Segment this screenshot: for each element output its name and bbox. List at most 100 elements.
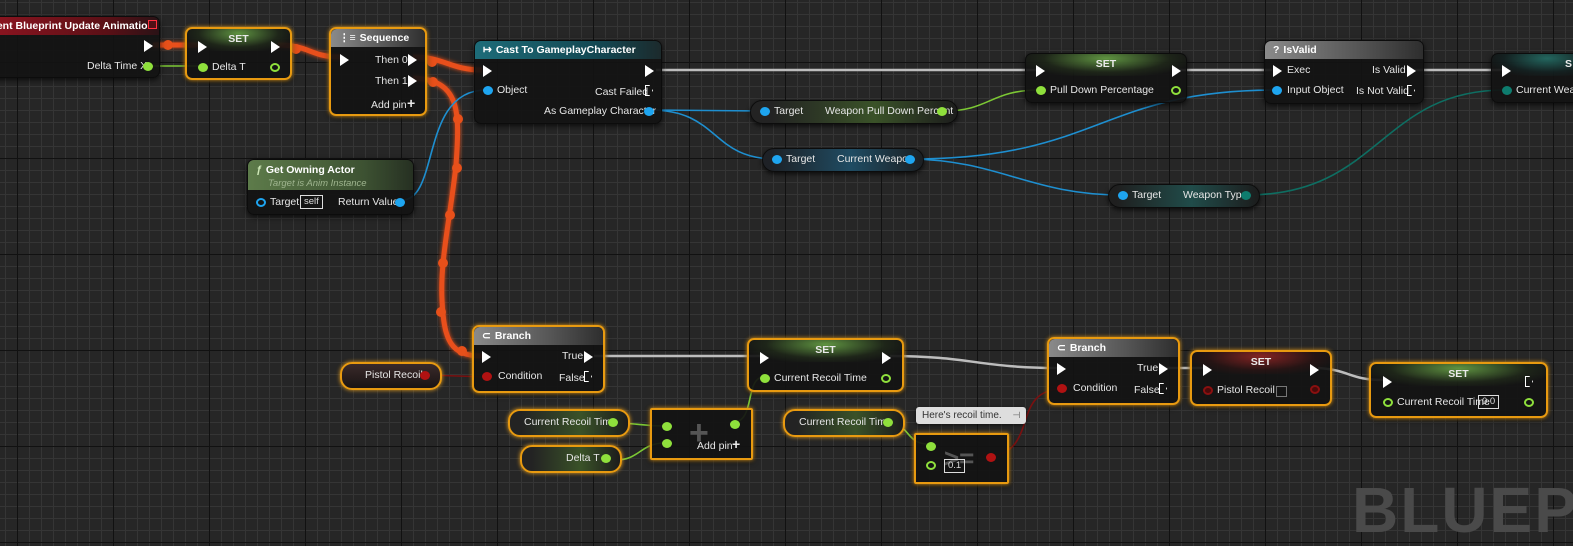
exec-in-pin[interactable] (198, 41, 207, 53)
target-in-pin[interactable] (256, 198, 266, 207)
delta-time-x-pin[interactable] (143, 62, 153, 71)
b-in-pin[interactable] (926, 461, 936, 470)
b-default-field[interactable]: 0.1 (944, 459, 966, 473)
a-in-pin[interactable] (662, 422, 672, 431)
pin-label: Cast Failed (595, 86, 649, 98)
false-out-pin[interactable] (1159, 383, 1167, 394)
b-in-pin[interactable] (662, 439, 672, 448)
exec-out-pin[interactable] (645, 65, 654, 77)
exec-out-pin[interactable] (271, 41, 280, 53)
exec-in-pin[interactable] (1273, 65, 1282, 77)
as-gameplay-character-pin[interactable] (644, 107, 654, 116)
weapon-type-getter[interactable]: Target Weapon Type (1108, 184, 1260, 208)
true-out-pin[interactable] (1159, 363, 1168, 375)
exec-in-pin[interactable] (483, 65, 492, 77)
cast-to-gameplay-character-node[interactable]: ↦ Cast To GameplayCharacter Object Cast F… (474, 40, 662, 124)
weapon-pull-down-percent-getter[interactable]: Target Weapon Pull Down Percent (750, 100, 958, 124)
current-weapon-getter[interactable]: Target Current Weapon (762, 148, 924, 172)
add-pin-icon[interactable]: + (732, 436, 740, 452)
branch-node-2[interactable]: ⊂ Branch True Condition False (1047, 337, 1180, 405)
set-current-weapon-type-node[interactable]: S Current Weap (1491, 53, 1573, 103)
is-not-valid-pin[interactable] (1407, 85, 1415, 96)
pull-down-in-pin[interactable] (1036, 86, 1046, 95)
result-out-pin[interactable] (986, 453, 996, 462)
then-0-pin[interactable] (408, 54, 417, 66)
false-out-pin[interactable] (584, 371, 592, 382)
event-delegate-icon[interactable] (148, 20, 157, 29)
add-pin-icon[interactable]: + (407, 95, 415, 111)
greater-equal-node[interactable]: >= 0.1 (914, 433, 1009, 484)
weapon-type-in-pin[interactable] (1502, 86, 1512, 95)
exec-out-pin[interactable] (144, 40, 153, 52)
pistol-recoil-getter[interactable]: Pistol Recoil (340, 362, 442, 390)
recoil-time-in-pin[interactable] (760, 374, 770, 383)
target-default-field[interactable]: self (300, 195, 323, 209)
return-value-pin[interactable] (395, 198, 405, 207)
set-pull-down-percentage-node[interactable]: SET Pull Down Percentage (1025, 53, 1187, 103)
pin-label: Is Not Valid (1356, 85, 1409, 97)
get-owning-actor-node[interactable]: ƒ Get Owning Actor Target is Anim Instanc… (247, 159, 414, 215)
pin-label: Is Valid (1372, 64, 1406, 76)
exec-out-pin[interactable] (1310, 364, 1319, 376)
exec-in-pin[interactable] (482, 351, 491, 363)
true-out-pin[interactable] (584, 351, 593, 363)
add-pin-label[interactable]: Add pin (371, 99, 407, 111)
pin-label: Exec (1287, 64, 1311, 76)
exec-in-pin[interactable] (1057, 363, 1066, 375)
recoil-time-default-field[interactable]: 0.0 (1478, 395, 1500, 409)
input-object-pin[interactable] (1272, 86, 1282, 95)
then-1-pin[interactable] (408, 75, 417, 87)
delta-t-out-pin[interactable] (270, 63, 280, 72)
exec-in-pin[interactable] (1203, 364, 1212, 376)
set-current-recoil-time-reset-node[interactable]: SET Current Recoil Time 0.0 (1369, 362, 1548, 418)
pistol-recoil-in-pin[interactable] (1203, 386, 1213, 395)
exec-in-pin[interactable] (1502, 65, 1511, 77)
condition-pin[interactable] (482, 372, 492, 381)
recoil-time-in-pin[interactable] (1383, 398, 1393, 407)
exec-in-pin[interactable] (1036, 65, 1045, 77)
comment-bubble[interactable]: Here's recoil time. ⊣ (916, 407, 1027, 424)
is-valid-out-pin[interactable] (1407, 65, 1416, 77)
recoil-time-out-pin[interactable] (883, 418, 893, 427)
exec-in-pin[interactable] (1383, 376, 1392, 388)
pistol-recoil-out-pin[interactable] (420, 371, 430, 380)
pistol-recoil-out-pin[interactable] (1310, 385, 1320, 394)
recoil-time-out-pin[interactable] (608, 418, 618, 427)
pull-down-out-pin[interactable] (937, 107, 947, 116)
exec-in-pin[interactable] (760, 352, 769, 364)
condition-pin[interactable] (1057, 384, 1067, 393)
delta-t-out-pin[interactable] (601, 454, 611, 463)
delta-t-getter[interactable]: Delta T (520, 445, 622, 473)
delta-t-in-pin[interactable] (198, 63, 208, 72)
cast-failed-pin[interactable] (645, 85, 653, 96)
exec-out-pin[interactable] (1172, 65, 1181, 77)
add-pin-label[interactable]: Add pin (697, 440, 733, 452)
target-in-pin[interactable] (1118, 191, 1128, 200)
object-in-pin[interactable] (483, 86, 493, 95)
exec-out-pin[interactable] (882, 352, 891, 364)
event-update-animation-node[interactable]: vent Blueprint Update Animation Delta Ti… (0, 16, 160, 78)
pistol-recoil-checkbox[interactable] (1276, 386, 1287, 397)
recoil-time-out-pin[interactable] (881, 374, 891, 383)
set-delta-t-node[interactable]: SET Delta T (185, 27, 292, 80)
is-valid-node[interactable]: ? IsValid Exec Is Valid Input Object Is N… (1264, 40, 1424, 104)
sequence-node[interactable]: ⋮≡ Sequence Then 0 Then 1 Add pin + (329, 27, 427, 116)
set-current-recoil-time-node[interactable]: SET Current Recoil Time (747, 338, 904, 392)
current-recoil-time-getter-1[interactable]: Current Recoil Time (508, 409, 630, 437)
current-recoil-time-getter-2[interactable]: Current Recoil Time (783, 409, 905, 437)
exec-in-pin[interactable] (340, 54, 349, 66)
set-pistol-recoil-node[interactable]: SET Pistol Recoil (1190, 350, 1332, 406)
branch-node-1[interactable]: ⊂ Branch True Condition False (472, 325, 605, 393)
target-in-pin[interactable] (772, 155, 782, 164)
pull-down-out-pin[interactable] (1171, 86, 1181, 95)
result-out-pin[interactable] (730, 420, 740, 429)
add-float-node[interactable]: + Add pin + (650, 408, 753, 460)
current-weapon-out-pin[interactable] (905, 155, 915, 164)
a-in-pin[interactable] (926, 442, 936, 451)
target-in-pin[interactable] (760, 107, 770, 116)
exec-wires (594, 68, 1502, 382)
weapon-type-out-pin[interactable] (1241, 191, 1251, 200)
recoil-time-out-pin[interactable] (1524, 398, 1534, 407)
pin-comment-icon[interactable]: ⊣ (1013, 410, 1021, 420)
pin-label: Target (786, 153, 816, 165)
